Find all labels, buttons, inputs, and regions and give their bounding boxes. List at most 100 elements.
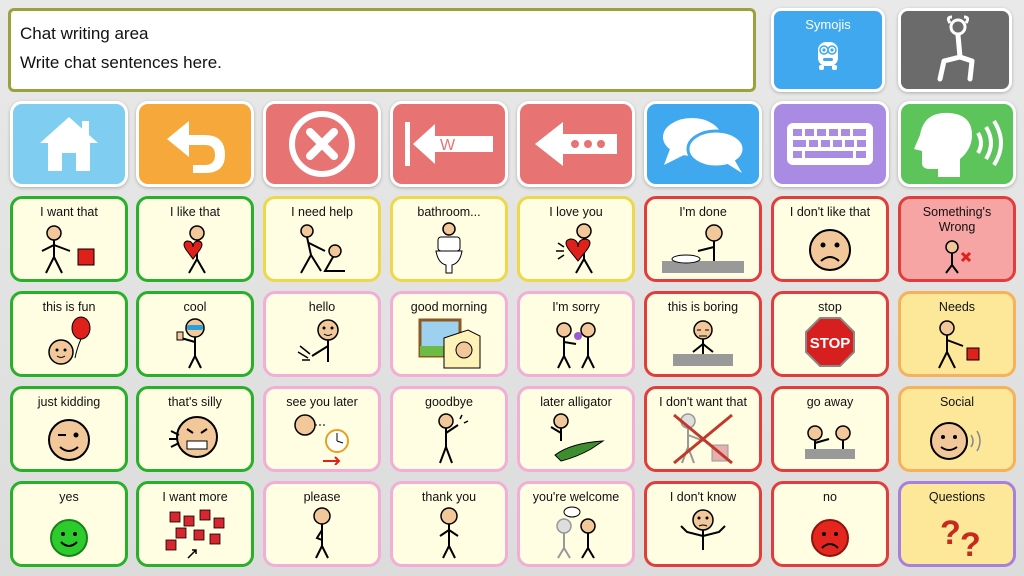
cell-social[interactable]: Social [898,386,1016,472]
more-blocks-icon [165,509,225,559]
dont-want-icon [673,413,733,465]
symojis-label: Symojis [805,17,851,32]
clear-button[interactable] [263,101,381,187]
sad-red-face-icon [811,519,849,557]
cell-just-kidding[interactable]: just kidding [10,386,128,472]
cell-label: I like that [169,205,221,219]
cell-label: yes [59,490,79,504]
cell-youre-welcome[interactable]: you're welcome [517,481,635,567]
cell-please[interactable]: please [263,481,381,567]
cell-label: I don't like that [789,205,871,219]
symoji-face-icon [818,42,838,70]
cell-go-away[interactable]: go away [771,386,889,472]
cell-this-is-boring[interactable]: this is boring [644,291,762,377]
morning-window-icon [418,318,481,369]
cell-label: Questions [928,490,986,504]
delete-word-icon: W [405,122,493,166]
cell-somethings-wrong[interactable]: Something's Wrong [898,196,1016,282]
waving-person-icon [297,319,339,362]
cell-i-want-more[interactable]: I want more [136,481,254,567]
cell-label: I love you [549,205,603,219]
cell-label: later alligator [540,395,612,409]
cell-stop[interactable]: stop STOP [771,291,889,377]
chat-writing-area[interactable]: Chat writing area Write chat sentences h… [8,8,756,92]
cell-label: thank you [421,490,477,504]
relax-button[interactable] [898,8,1012,92]
keyboard-button[interactable] [771,101,889,187]
balloon-icon [48,316,91,365]
cell-good-morning[interactable]: good morning [390,291,508,377]
cell-i-love-you[interactable]: I love you [517,196,635,282]
cell-needs[interactable]: Needs [898,291,1016,377]
welcome-speech-icon [556,506,596,559]
cell-no[interactable]: no [771,481,889,567]
helping-people-icon [300,224,345,274]
cell-yes[interactable]: yes [10,481,128,567]
stop-sign-icon: STOP [805,317,855,367]
cell-this-is-fun[interactable]: this is fun [10,291,128,377]
cell-label: goodbye [425,395,473,409]
cell-label: that's silly [168,395,222,409]
finished-plate-icon [662,224,744,273]
cell-im-done[interactable]: I'm done [644,196,762,282]
sorry-flower-icon [556,322,596,369]
sad-face-icon [809,229,851,271]
cell-label: I don't know [669,490,737,504]
cell-label: please [303,490,341,504]
cell-label: no [823,490,837,504]
cell-thats-silly[interactable]: that's silly [136,386,254,472]
cell-label: I want that [40,205,98,219]
cell-label: see you later [286,395,358,409]
cell-hello[interactable]: hello [263,291,381,377]
stop-sign-text: STOP [810,335,851,352]
cell-label: Needs [938,300,976,314]
cell-i-want-that[interactable]: I want that [10,196,128,282]
chat-bubbles-icon [661,116,746,173]
question-marks-icon: ? ? [940,514,981,560]
delete-word-button[interactable]: W [390,101,508,187]
cell-i-dont-want-that[interactable]: I don't want that [644,386,762,472]
cell-label: I'm done [679,205,727,219]
cell-later-alligator[interactable]: later alligator [517,386,635,472]
cell-i-dont-like-that[interactable]: I don't like that [771,196,889,282]
symojis-button[interactable]: Symojis [771,8,885,92]
thanking-person-icon [439,507,459,559]
undo-button[interactable] [136,101,254,187]
cell-label: cool [183,300,207,314]
person-heart-icon [183,225,206,274]
cell-i-like-that[interactable]: I like that [136,196,254,282]
person-big-heart-icon [556,223,593,274]
talking-face-icon [930,422,981,460]
backspace-button[interactable] [517,101,635,187]
cell-label: you're welcome [532,490,620,504]
cell-label: bathroom... [417,205,481,219]
sunglasses-person-icon [176,318,205,369]
cell-label: I don't want that [659,395,747,409]
cell-label: go away [806,395,854,409]
chat-bubbles-button[interactable] [644,101,762,187]
shrugging-person-icon [680,509,726,550]
praying-person-icon [313,507,331,559]
cell-cool[interactable]: cool [136,291,254,377]
goodbye-wave-icon [438,413,469,464]
svg-text:?: ? [960,526,981,560]
cell-goodbye[interactable]: goodbye [390,386,508,472]
home-button[interactable] [10,101,128,187]
cell-see-you-later[interactable]: see you later [263,386,381,472]
silly-face-icon [169,416,218,458]
cell-label: Social [939,395,975,409]
bored-person-icon [673,320,733,366]
home-icon [40,117,98,171]
cell-thank-you[interactable]: thank you [390,481,508,567]
cell-label: just kidding [37,395,101,409]
speak-button[interactable] [898,101,1016,187]
cell-label: this is boring [667,300,739,314]
cell-label: hello [308,300,336,314]
backspace-icon [535,122,617,166]
cell-i-dont-know[interactable]: I don't know [644,481,762,567]
cell-bathroom[interactable]: bathroom... [390,196,508,282]
cell-im-sorry[interactable]: I'm sorry [517,291,635,377]
cell-questions[interactable]: Questions ? ? [898,481,1016,567]
cell-i-need-help[interactable]: I need help [263,196,381,282]
cell-label: good morning [410,300,488,314]
